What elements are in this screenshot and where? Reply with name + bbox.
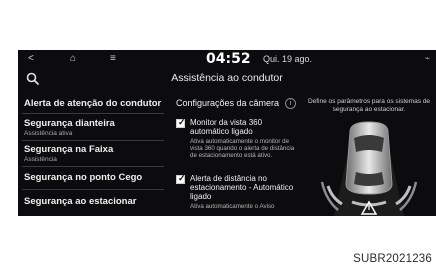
divider	[22, 189, 164, 190]
divider	[22, 140, 164, 141]
option-title: Alerta de distância no estacionamento - …	[190, 174, 294, 201]
parking-car-icon	[320, 121, 418, 216]
connection-icon: ⌁	[424, 53, 430, 63]
status-bar: < ⌂ ≡ 04:52 Qui. 19 ago. ⌁	[18, 50, 436, 68]
camera-settings-panel: Configurações da câmera i ✓ Monitor da v…	[172, 90, 298, 216]
sidebar-item-lane-safety[interactable]: Segurança na Faixa Assistência	[24, 144, 168, 163]
back-icon[interactable]: <	[28, 53, 34, 65]
date: Qui. 19 ago.	[263, 54, 313, 64]
sidebar-item-label: Segurança no ponto Cego	[24, 172, 143, 183]
sidebar-item-forward-safety[interactable]: Segurança dianteira Assistência ativa	[24, 118, 168, 137]
panel-description: Define os parâmetros para os sistemas de…	[307, 98, 431, 113]
checkbox[interactable]: ✓	[176, 117, 186, 128]
sidebar-item-label: Segurança dianteira	[24, 118, 115, 129]
camera-settings-header: Configurações da câmera i	[172, 98, 298, 112]
option-description: Ativa automaticamente o Aviso	[190, 203, 275, 210]
info-icon[interactable]: i	[285, 98, 296, 109]
menu-icon[interactable]: ≡	[110, 53, 116, 65]
option-description: Ativa automaticamente o monitor de vista…	[190, 138, 295, 159]
sidebar-item-label: Segurança ao estacionar	[24, 196, 137, 207]
clock: 04:52	[206, 51, 251, 67]
divider	[22, 166, 164, 167]
page-title: Assistência ao condutor	[171, 72, 283, 84]
home-icon[interactable]: ⌂	[70, 53, 76, 65]
title-bar: Assistência ao condutor	[18, 68, 436, 90]
sidebar-item-parking-safety[interactable]: Segurança ao estacionar	[24, 196, 168, 207]
sidebar-item-driver-attention[interactable]: Alerta de atenção do condutor	[24, 98, 168, 109]
sidebar-item-sub: Assistência	[24, 156, 57, 163]
sidebar-item-blind-spot-safety[interactable]: Segurança no ponto Cego	[24, 172, 168, 183]
info-panel: Define os parâmetros para os sistemas de…	[302, 90, 436, 216]
figure-code: SUBR2021236	[353, 253, 432, 265]
check-icon: ✓	[178, 173, 186, 183]
sidebar-item-label: Alerta de atenção do condutor	[24, 98, 162, 109]
sidebar: Alerta de atenção do condutor Segurança …	[18, 90, 168, 216]
checkbox[interactable]: ✓	[176, 173, 186, 184]
sidebar-item-sub: Assistência ativa	[24, 130, 73, 137]
sidebar-item-label: Segurança na Faixa	[24, 144, 114, 155]
option-parking-distance-auto[interactable]: ✓ Alerta de distância no estacionamento …	[176, 173, 296, 216]
option-360-monitor-auto[interactable]: ✓ Monitor da vista 360 automático ligado…	[176, 117, 296, 168]
divider	[22, 113, 164, 114]
section-title: Configurações da câmera	[176, 98, 280, 108]
option-title: Monitor da vista 360 automático ligado	[190, 118, 263, 136]
check-icon: ✓	[178, 117, 186, 127]
infotainment-screen: < ⌂ ≡ 04:52 Qui. 19 ago. ⌁ Assistência a…	[18, 50, 436, 216]
